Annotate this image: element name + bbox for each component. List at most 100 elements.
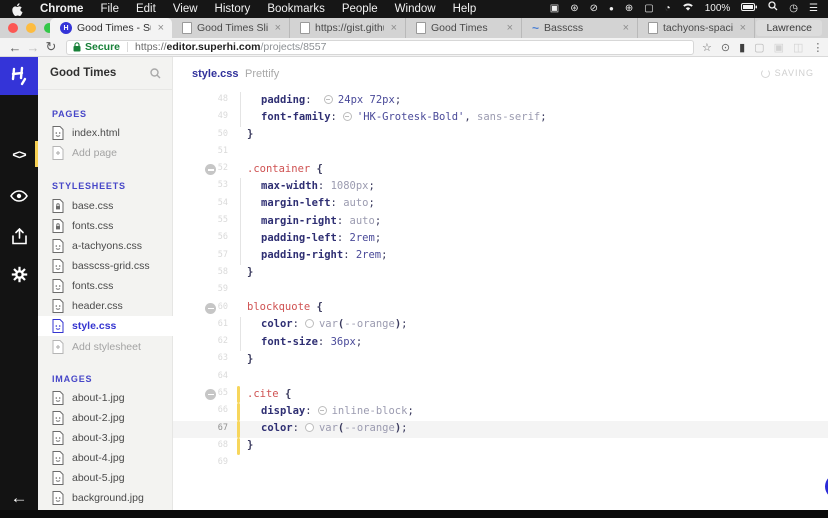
- code-text[interactable]: padding-right: 2rem;: [247, 249, 387, 261]
- code-text[interactable]: margin-left: auto;: [247, 197, 375, 209]
- window-icon[interactable]: ▢: [644, 0, 653, 18]
- moon-icon[interactable]: ◔: [665, 0, 671, 18]
- file-item-about-4-jpg[interactable]: about-4.jpg: [38, 448, 173, 468]
- spotlight-icon[interactable]: [768, 0, 778, 18]
- code-text[interactable]: }: [247, 439, 253, 451]
- code-line[interactable]: 65 .cite {: [173, 386, 828, 404]
- fold-toggle-icon[interactable]: [205, 164, 216, 176]
- chrome-menu-icon[interactable]: ⋮: [812, 41, 823, 54]
- tab-close-icon[interactable]: ×: [156, 22, 166, 34]
- code-text[interactable]: blockquote {: [247, 301, 323, 313]
- menubar-item-bookmarks[interactable]: Bookmarks: [267, 3, 325, 15]
- code-line[interactable]: 56 padding-left: 2rem;: [173, 230, 828, 248]
- file-item-about-2-jpg[interactable]: about-2.jpg: [38, 408, 173, 428]
- value-stepper-widget[interactable]: [317, 405, 327, 415]
- code-line[interactable]: 52 .container {: [173, 161, 828, 178]
- code-line[interactable]: 63}: [173, 351, 828, 368]
- extension-circle-icon[interactable]: ⊙: [721, 41, 730, 54]
- code-text[interactable]: color: var(--orange);: [247, 318, 407, 330]
- code-line[interactable]: 48 padding: 24px 72px;: [173, 92, 828, 110]
- menubar-item-help[interactable]: Help: [453, 3, 477, 15]
- code-text[interactable]: max-width: 1080px;: [247, 180, 375, 192]
- code-line[interactable]: 59: [173, 282, 828, 299]
- minimize-window-button[interactable]: [26, 23, 36, 33]
- tab-basscss[interactable]: ~ Basscss ×: [522, 18, 638, 38]
- code-line[interactable]: 67 color: var(--orange);: [173, 420, 828, 438]
- plus-extension-icon[interactable]: ⊕: [625, 0, 633, 18]
- code-text[interactable]: }: [247, 353, 253, 365]
- code-line[interactable]: 61 color: var(--orange);: [173, 316, 828, 335]
- tab-gist-github[interactable]: https://gist.githubusercon ×: [290, 18, 406, 38]
- menubar-item-people[interactable]: People: [342, 3, 378, 15]
- code-line[interactable]: 66 display: inline-block;: [173, 403, 828, 421]
- code-text[interactable]: color: var(--orange);: [247, 422, 407, 434]
- drop-icon[interactable]: ●: [609, 0, 614, 18]
- wifi-icon[interactable]: [682, 0, 694, 18]
- extension-disabled-icon-1[interactable]: ▣: [774, 41, 784, 54]
- code-line[interactable]: 55 margin-right: auto;: [173, 213, 828, 231]
- code-line[interactable]: 53 max-width: 1080px;: [173, 178, 828, 196]
- tab-close-icon[interactable]: ×: [738, 22, 748, 34]
- menubar-item-history[interactable]: History: [215, 3, 251, 15]
- file-item-about-5-jpg[interactable]: about-5.jpg: [38, 468, 173, 488]
- tab-close-icon[interactable]: ×: [389, 22, 399, 34]
- file-item-index-html[interactable]: index.html: [38, 123, 173, 143]
- code-area[interactable]: 48 padding: 24px 72px; 49 font-family: 'HK-G…: [173, 92, 828, 510]
- close-window-button[interactable]: [8, 23, 18, 33]
- extension-bar-icon[interactable]: ▮: [739, 41, 745, 54]
- exit-editor-button[interactable]: ←: [0, 488, 38, 508]
- file-item-basscss-grid-css[interactable]: basscss-grid.css: [38, 256, 173, 276]
- reload-button[interactable]: ↻: [42, 39, 60, 55]
- file-item-fonts-css[interactable]: fonts.css: [38, 276, 173, 296]
- code-line[interactable]: 69: [173, 455, 828, 472]
- share-button[interactable]: [0, 219, 38, 253]
- code-line[interactable]: 49 font-family: 'HK-Grotesk-Bold', sans-se…: [173, 109, 828, 127]
- tab-close-icon[interactable]: ×: [621, 22, 631, 34]
- settings-flower-icon[interactable]: ⊛: [570, 0, 578, 18]
- code-text[interactable]: padding-left: 2rem;: [247, 232, 381, 244]
- apple-icon[interactable]: [12, 2, 23, 16]
- superhi-logo[interactable]: [0, 57, 38, 95]
- tab-good-times-superhi[interactable]: H Good Times - SuperHi ×: [50, 18, 172, 38]
- code-text[interactable]: padding: 24px 72px;: [247, 94, 401, 106]
- file-item-a-tachyons-css[interactable]: a-tachyons.css: [38, 236, 173, 256]
- menubar-item-view[interactable]: View: [173, 3, 198, 15]
- code-line[interactable]: 60 blockquote {: [173, 300, 828, 317]
- search-icon[interactable]: [150, 67, 161, 79]
- code-text[interactable]: font-size: 36px;: [247, 336, 362, 348]
- code-line[interactable]: 50}: [173, 127, 828, 144]
- tab-good-times-slides[interactable]: Good Times Slides ×: [172, 18, 290, 38]
- code-line[interactable]: 57 padding-right: 2rem;: [173, 247, 828, 265]
- tab-close-icon[interactable]: ×: [273, 22, 283, 34]
- circle-slash-icon[interactable]: ⊘: [590, 0, 598, 18]
- code-line[interactable]: 58}: [173, 265, 828, 282]
- color-swatch-widget[interactable]: [304, 319, 314, 329]
- back-button[interactable]: ←: [6, 40, 24, 55]
- fold-toggle-icon[interactable]: [205, 302, 216, 314]
- value-stepper-widget[interactable]: [342, 111, 352, 121]
- code-view-button[interactable]: <>: [0, 137, 38, 171]
- code-text[interactable]: .cite {: [247, 388, 291, 400]
- code-line[interactable]: 64: [173, 369, 828, 386]
- code-line[interactable]: 51: [173, 144, 828, 161]
- prettify-button[interactable]: Prettify: [245, 68, 279, 80]
- value-stepper-widget[interactable]: [323, 94, 333, 104]
- file-item-header-css[interactable]: header.css: [38, 296, 173, 316]
- code-text[interactable]: .container {: [247, 163, 323, 175]
- tab-close-icon[interactable]: ×: [505, 22, 515, 34]
- clock-icon[interactable]: ◷: [789, 0, 798, 18]
- menubar-item-chrome[interactable]: Chrome: [40, 3, 83, 15]
- code-text[interactable]: }: [247, 266, 253, 278]
- menubar-item-window[interactable]: Window: [395, 3, 436, 15]
- code-text[interactable]: display: inline-block;: [247, 405, 414, 417]
- color-swatch-widget[interactable]: [304, 423, 314, 433]
- menubar-item-edit[interactable]: Edit: [136, 3, 156, 15]
- file-item-base-css[interactable]: base.css: [38, 196, 173, 216]
- file-item-about-3-jpg[interactable]: about-3.jpg: [38, 428, 173, 448]
- tab-tachyons-spacing[interactable]: tachyons-spacing / Layou ×: [638, 18, 755, 38]
- secure-indicator[interactable]: Secure: [73, 41, 120, 53]
- code-text[interactable]: }: [247, 128, 253, 140]
- settings-button[interactable]: [0, 257, 38, 291]
- file-item-about-1-jpg[interactable]: about-1.jpg: [38, 388, 173, 408]
- address-bar[interactable]: Secure https://editor.superhi.com/projec…: [66, 39, 694, 55]
